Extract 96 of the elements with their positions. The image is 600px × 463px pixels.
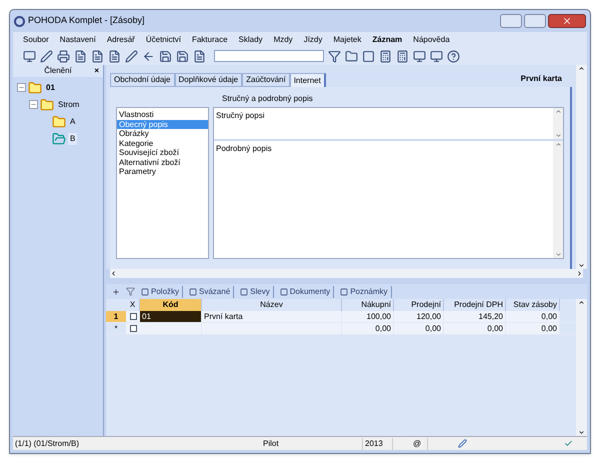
save-icon[interactable] [176,50,189,62]
menu-item[interactable]: Fakturace [192,34,228,46]
scroll-down-icon[interactable] [578,262,585,269]
tab[interactable]: Doplňkové údaje [174,73,242,87]
menu-item[interactable]: Nastavení [60,34,96,46]
status-year: 2013 [363,438,393,450]
tab-icon [280,288,288,296]
minimize-button[interactable] [500,14,522,28]
tree-item[interactable]: Strom [56,98,82,110]
back-icon[interactable] [142,50,155,62]
tree-item[interactable]: A [68,116,78,128]
filter-icon[interactable] [328,50,341,62]
table-cell: 0,00 [394,323,444,334]
vertical-scrollbar[interactable] [576,299,587,436]
table-cell: 01 [140,311,202,322]
row-checkbox[interactable] [130,325,136,332]
window-title: POHODA Komplet - [Zásoby] [28,14,145,28]
calculator-icon[interactable] [379,50,392,62]
window-icon[interactable] [430,50,443,62]
document-icon[interactable] [91,50,104,62]
record-title: První karta [520,73,562,85]
group-title: Stručný a podrobný popis [222,93,314,105]
folder-icon [40,98,54,112]
menu-item[interactable]: Účetnictví [146,34,181,46]
row-header[interactable]: 1 [106,311,126,322]
tab[interactable]: Internet [290,73,326,87]
scroll-right-icon[interactable] [576,270,583,277]
menu-item[interactable]: Mzdy [274,34,293,46]
table-cell: 120,00 [394,311,444,322]
menu-item[interactable]: Jízdy [304,34,322,46]
save-icon[interactable] [159,50,172,62]
close-icon [562,16,572,26]
window-icon[interactable] [413,50,426,62]
list-item[interactable]: Vlastnosti [117,110,208,120]
folder-icon [28,80,42,94]
tab-icon [340,288,348,296]
scroll-left-icon[interactable] [110,270,117,277]
tab-icon [240,288,248,296]
status-at: @ [393,438,428,450]
app-logo-icon [14,16,25,26]
panel-title: Členění [44,65,72,77]
scroll-down-icon[interactable] [578,429,585,436]
folder-icon [52,132,66,146]
list-item[interactable]: Alternativní zboží [117,158,208,167]
help-icon[interactable] [447,50,460,62]
menu-item[interactable]: Adresář [106,34,135,46]
folder-icon [52,114,66,128]
list-item[interactable]: Kategorie [117,138,208,148]
status-user: Pilot [263,438,363,450]
scroll-up-icon[interactable] [578,65,585,72]
tab[interactable]: Obchodní údaje [110,73,174,87]
tab[interactable]: Dokumenty [280,286,334,298]
menu-item[interactable]: Majetek [333,34,362,46]
column-header[interactable]: Kód [140,299,202,311]
tab-icon [141,288,149,296]
filter-icon[interactable] [126,287,135,296]
list-item[interactable]: Související zboží [117,148,208,158]
horizontal-scrollbar[interactable] [110,269,583,278]
edit-icon[interactable] [40,50,53,62]
pen-icon [458,439,467,448]
tree-item[interactable]: B [68,132,78,144]
tab-icon [189,288,198,296]
collapse-icon[interactable] [17,83,26,92]
table-cell: 100,00 [342,311,394,322]
check-icon [564,439,573,448]
vertical-scrollbar[interactable] [576,65,587,269]
tree-item[interactable]: 01 [44,82,57,94]
table-cell: 145,20 [444,311,506,322]
status-path: (1/1) (01/Strom/B) [14,438,80,450]
table-cell: 0,00 [342,323,394,334]
table-cell: 0,00 [506,323,560,334]
table-cell: První karta [202,311,342,322]
folder-icon[interactable] [345,50,358,62]
add-icon[interactable] [112,288,120,296]
search-field[interactable] [214,50,324,62]
maximize-button[interactable] [524,14,546,28]
list-item[interactable]: Parametry [117,167,208,176]
menu-item[interactable]: Soubor [23,34,49,46]
calculator-icon[interactable] [396,50,409,62]
tab[interactable]: Poznámky [340,286,392,298]
tab[interactable]: Slevy [240,286,274,298]
collapse-icon[interactable] [29,100,38,109]
close-button[interactable]: × [94,65,99,77]
table-cell: 0,00 [444,323,506,334]
table-cell: 0,00 [506,311,560,322]
list-item[interactable]: Obrázky [117,129,208,138]
menu-item[interactable]: Záznam [372,34,402,46]
close-button[interactable] [548,14,586,28]
menu-item[interactable]: Sklady [238,34,263,46]
print-icon[interactable] [57,50,70,62]
menu-item[interactable]: Nápověda [413,34,450,46]
row-checkbox[interactable] [130,313,136,320]
tab[interactable]: Položky [141,286,184,298]
scroll-up-icon[interactable] [578,299,585,306]
tab[interactable]: Svázané [189,286,234,298]
tab[interactable]: Zaúčtování [242,73,290,87]
